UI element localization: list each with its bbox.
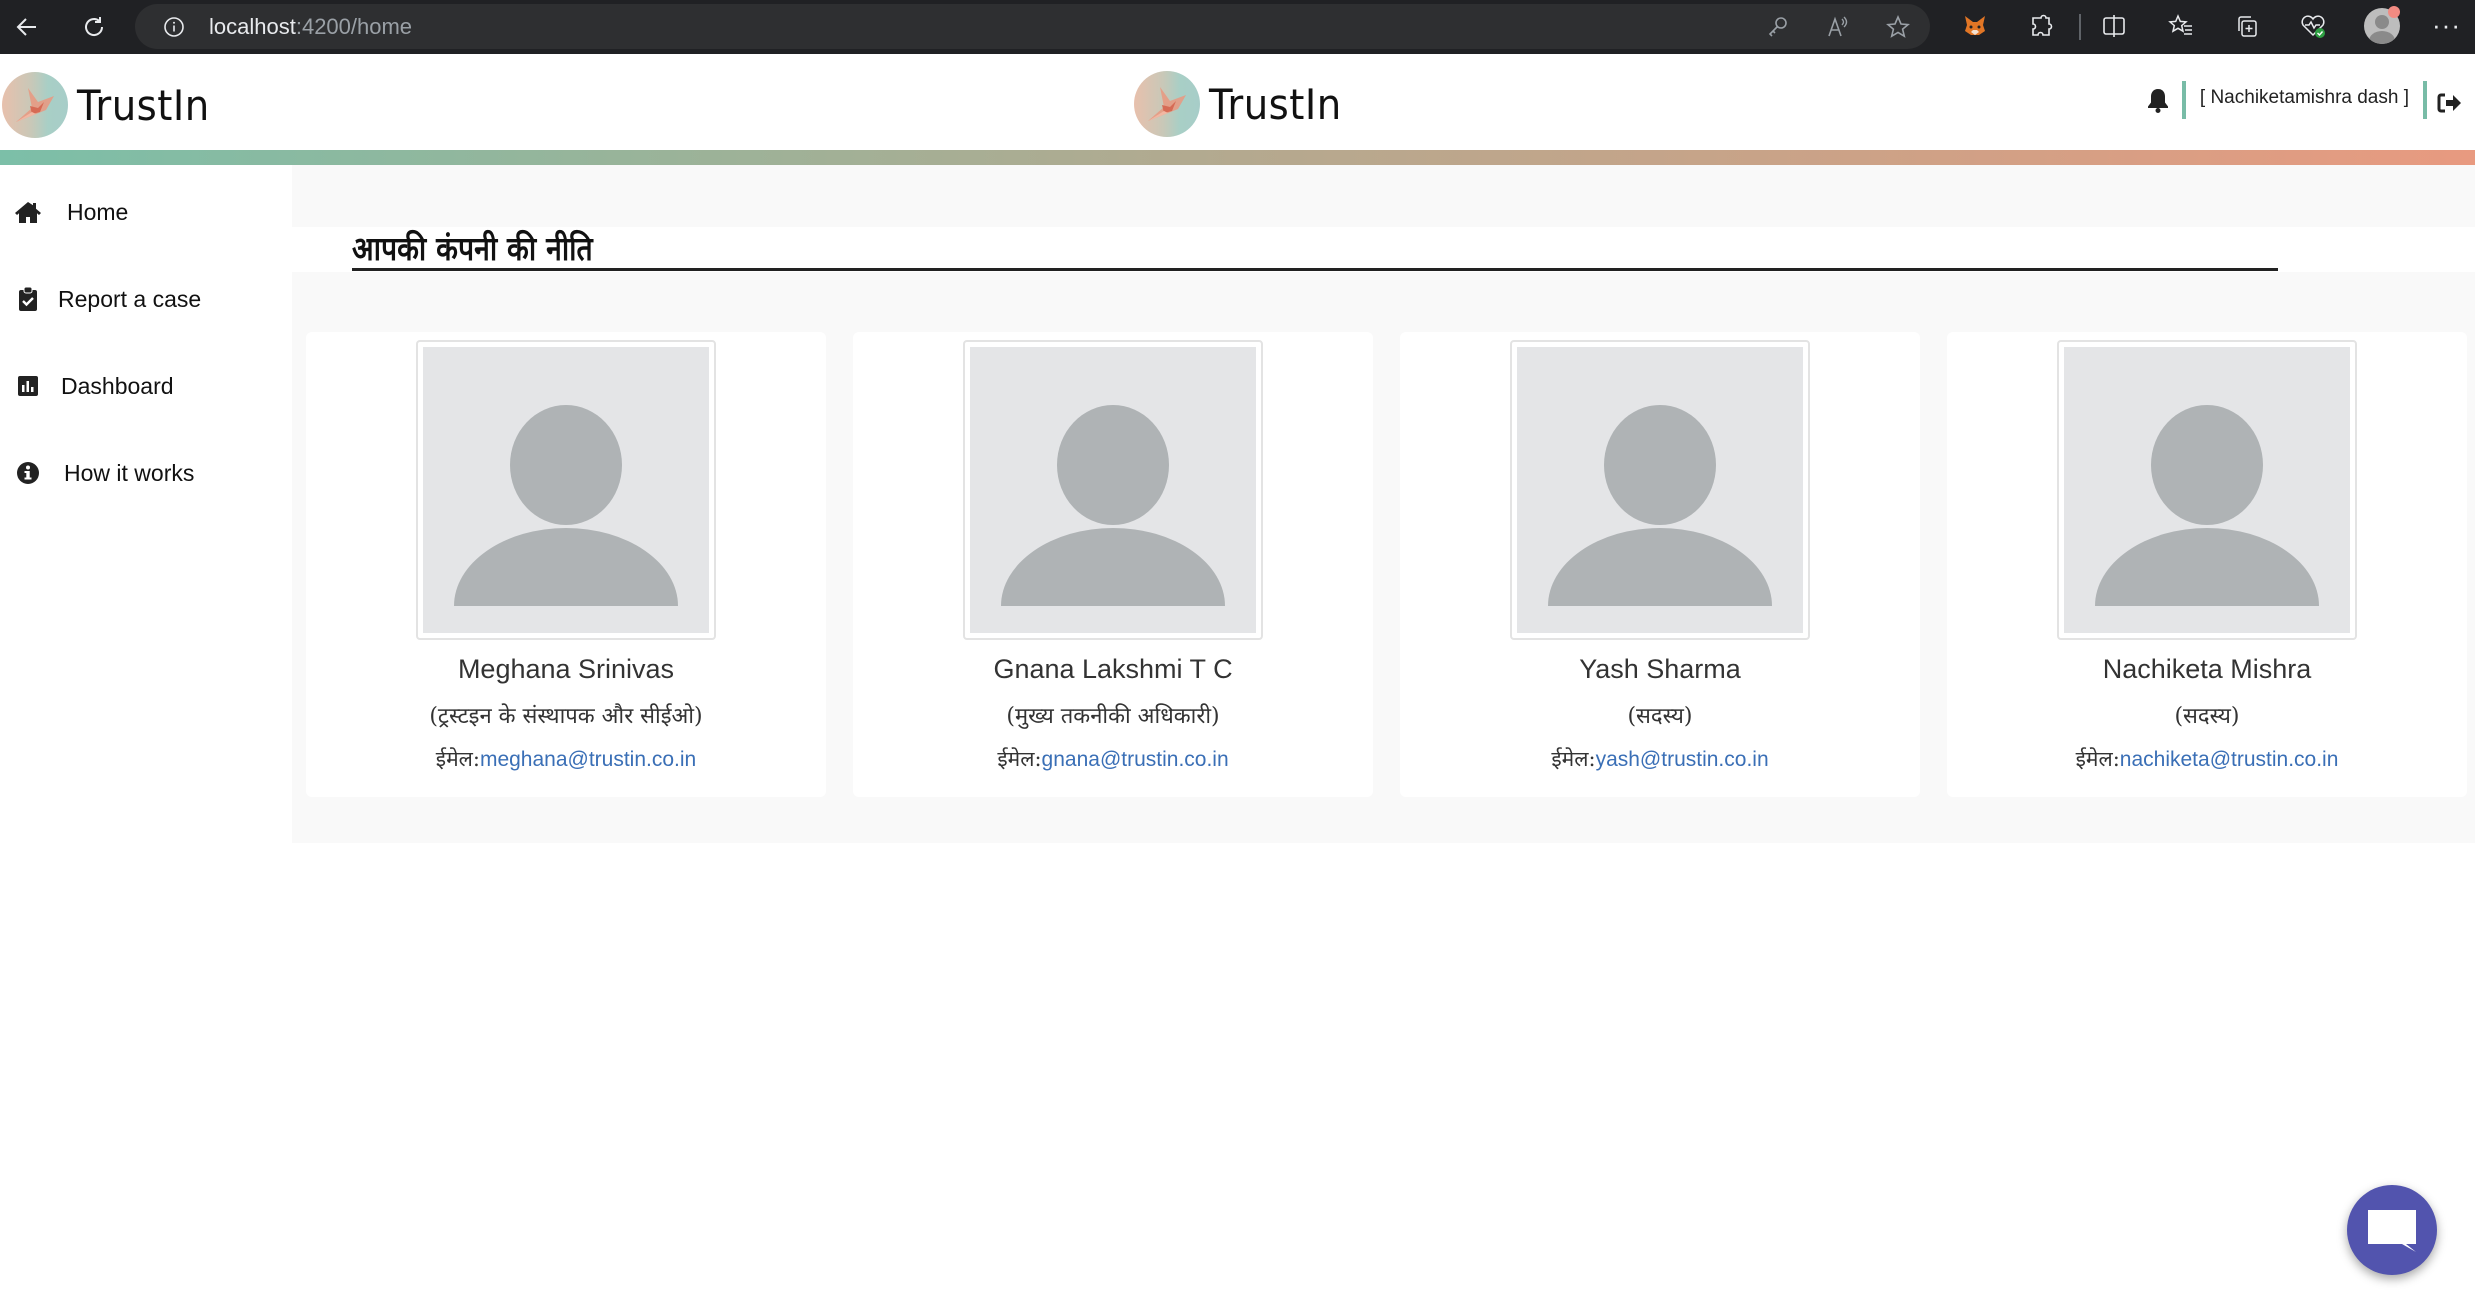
address-bar[interactable]: localhost:4200/home <box>135 4 1930 49</box>
info-circle-icon <box>14 459 42 487</box>
chart-bar-icon <box>14 372 42 400</box>
email-label: ईमेल: <box>997 747 1042 771</box>
browser-essentials-icon[interactable] <box>2298 11 2328 41</box>
chat-button[interactable] <box>2347 1185 2437 1275</box>
sidebar-item-label: Dashboard <box>61 372 174 399</box>
sidebar-item-dashboard[interactable]: Dashboard <box>0 361 292 411</box>
member-name: Gnana Lakshmi T C <box>993 654 1233 684</box>
title-underline <box>352 268 2278 271</box>
bell-icon[interactable] <box>2146 87 2170 113</box>
favorites-icon[interactable] <box>2166 11 2196 41</box>
avatar-placeholder-icon <box>454 405 678 606</box>
metamask-extension-icon[interactable] <box>1960 11 1990 41</box>
email-link[interactable]: yash@trustin.co.in <box>1596 748 1769 771</box>
member-role: (ट्रस्टइन के संस्थापक और सीईओ) <box>429 704 703 729</box>
member-email: ईमेल:nachiketa@trustin.co.in <box>1947 745 2467 773</box>
sidebar-item-home[interactable]: Home <box>0 187 292 237</box>
sidebar-item-report-a-case[interactable]: Report a case <box>0 274 292 324</box>
avatar-placeholder-icon <box>1001 405 1225 606</box>
extensions-icon[interactable] <box>2026 11 2056 41</box>
header-divider <box>2181 81 2186 119</box>
header-gradient-bar <box>0 150 2475 165</box>
avatar-placeholder-icon <box>2095 405 2319 606</box>
team-member-card: Yash Sharma (सदस्य) ईमेल:yash@trustin.co… <box>1400 332 1920 797</box>
member-photo <box>2057 340 2357 640</box>
star-icon[interactable] <box>1885 14 1911 40</box>
more-menu-button[interactable]: ··· <box>2432 10 2461 41</box>
clipboard-check-icon <box>14 285 42 313</box>
back-button[interactable] <box>9 9 45 45</box>
toolbar-divider <box>2079 14 2081 40</box>
brand-logo-center[interactable]: TrustIn <box>1134 71 1353 137</box>
member-photo <box>1510 340 1810 640</box>
member-photo <box>416 340 716 640</box>
reload-button[interactable] <box>76 9 112 45</box>
sidebar-item-label: How it works <box>64 459 195 486</box>
email-label: ईमेल: <box>1551 747 1596 771</box>
member-email: ईमेल:gnana@trustin.co.in <box>853 745 1373 773</box>
user-area: [ Nachiketamishra dash ] <box>2146 80 2461 120</box>
brand-name: TrustIn <box>1209 79 1342 129</box>
team-member-card: Gnana Lakshmi T C (मुख्य तकनीकी अधिकारी)… <box>853 332 1373 797</box>
profile-badge <box>2388 6 2400 18</box>
reload-icon <box>85 17 104 36</box>
username-label[interactable]: [ Nachiketamishra dash ] <box>2200 87 2409 109</box>
email-link[interactable]: gnana@trustin.co.in <box>1042 748 1229 771</box>
collections-icon[interactable] <box>2232 11 2262 41</box>
app-header: TrustIn TrustIn [ Nachiketamishra dash ] <box>0 54 2475 150</box>
member-name: Nachiketa Mishra <box>2102 654 2312 684</box>
sidebar-item-how-it-works[interactable]: How it works <box>0 448 292 498</box>
email-link[interactable]: nachiketa@trustin.co.in <box>2120 748 2339 771</box>
sidebar: Home Report a case Dashboard How it work… <box>0 165 292 1300</box>
home-icon <box>14 198 42 226</box>
team-cards: Meghana Srinivas (ट्रस्टइन के संस्थापक औ… <box>306 332 2468 797</box>
sign-out-icon[interactable] <box>2437 93 2461 113</box>
sidebar-item-label: Home <box>67 198 129 225</box>
chat-bubble-icon <box>2368 1210 2416 1252</box>
crane-logo-icon <box>1134 71 1200 137</box>
member-name: Meghana Srinivas <box>457 654 675 684</box>
email-link[interactable]: meghana@trustin.co.in <box>480 748 696 771</box>
member-name: Yash Sharma <box>1579 654 1741 684</box>
page-title: आपकी कंपनी की नीति <box>352 229 593 268</box>
brand-logo-left[interactable]: TrustIn <box>2 72 221 138</box>
team-member-card: Meghana Srinivas (ट्रस्टइन के संस्थापक औ… <box>306 332 826 797</box>
member-email: ईमेल:yash@trustin.co.in <box>1400 745 1920 773</box>
main-content: आपकी कंपनी की नीति Meghana Srinivas (ट्र… <box>292 165 2475 843</box>
sidebar-item-label: Report a case <box>58 285 202 312</box>
arrow-left-icon <box>16 18 36 36</box>
member-photo <box>963 340 1263 640</box>
header-divider <box>2423 81 2427 119</box>
split-screen-icon[interactable] <box>2099 11 2129 41</box>
member-role: (सदस्य) <box>1627 704 1693 729</box>
email-label: ईमेल: <box>2075 747 2120 771</box>
browser-toolbar: localhost:4200/home ··· <box>0 0 2475 54</box>
email-label: ईमेल: <box>435 747 480 771</box>
member-email: ईमेल:meghana@trustin.co.in <box>306 745 826 773</box>
heading-band <box>292 227 2475 272</box>
team-member-card: Nachiketa Mishra (सदस्य) ईमेल:nachiketa@… <box>1947 332 2467 797</box>
brand-name: TrustIn <box>77 80 210 130</box>
member-role: (मुख्य तकनीकी अधिकारी) <box>1006 704 1220 729</box>
member-role: (सदस्य) <box>2174 704 2240 729</box>
read-aloud-icon[interactable] <box>1825 14 1851 40</box>
url-text[interactable]: localhost:4200/home <box>209 14 412 40</box>
crane-logo-icon <box>2 72 68 138</box>
site-info-icon[interactable] <box>163 16 185 38</box>
avatar-placeholder-icon <box>1548 405 1772 606</box>
key-icon[interactable] <box>1765 14 1791 40</box>
